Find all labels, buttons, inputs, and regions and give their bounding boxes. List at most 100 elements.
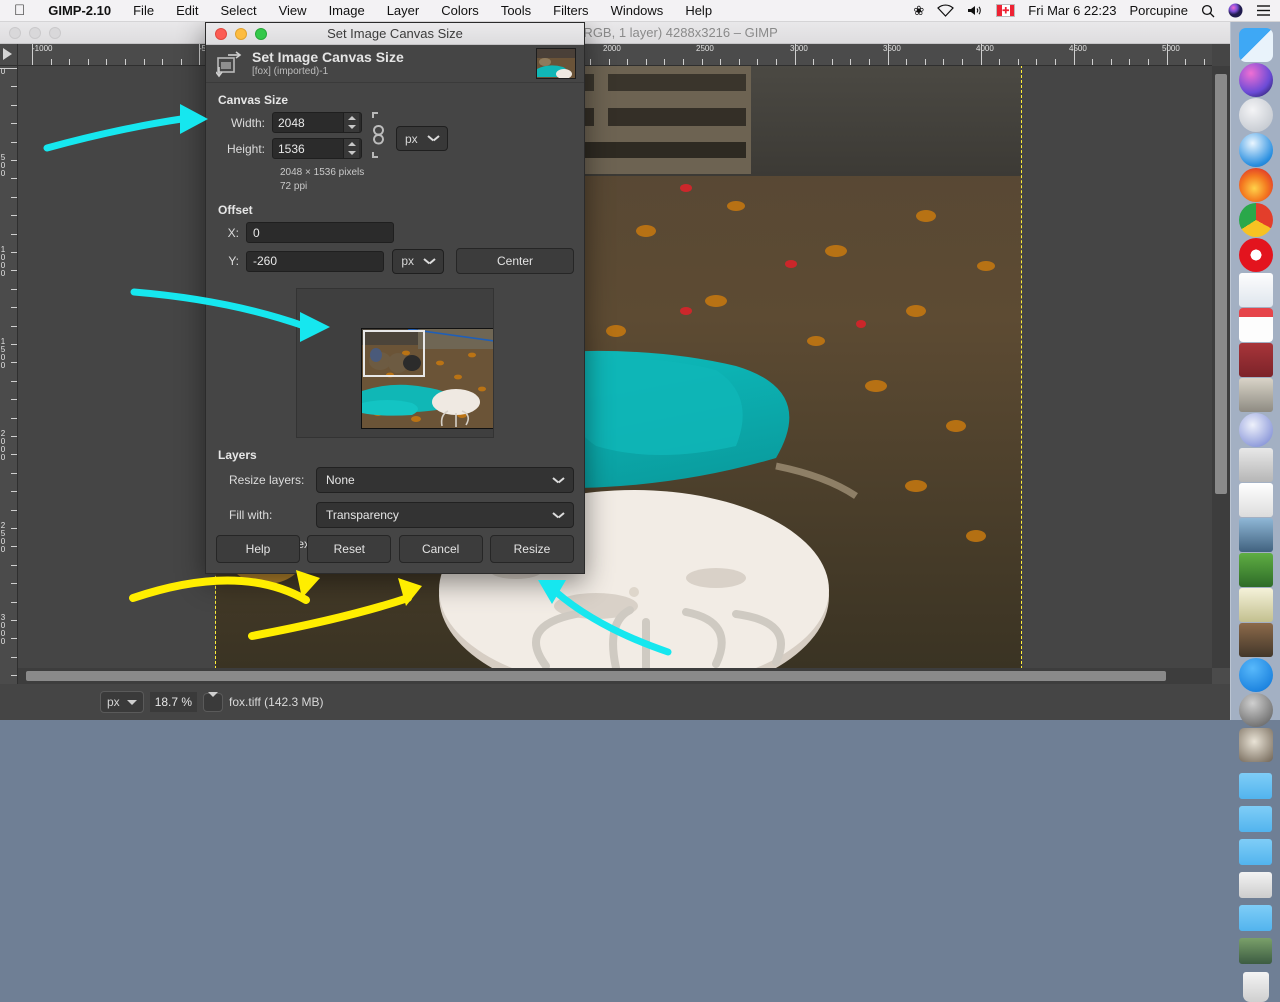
gimp-window-controls[interactable] xyxy=(9,27,61,39)
menu-view[interactable]: View xyxy=(268,3,318,18)
minimize-button[interactable] xyxy=(29,27,41,39)
menu-image[interactable]: Image xyxy=(318,3,376,18)
system-preferences-icon[interactable] xyxy=(1238,693,1273,727)
resolution-info: 72 ppi xyxy=(280,180,308,192)
zoom-dropdown[interactable] xyxy=(203,691,224,712)
bluetooth-icon[interactable]: ❀ xyxy=(913,3,924,19)
ruler-tick xyxy=(962,59,963,65)
opera-icon[interactable] xyxy=(1238,238,1273,272)
cancel-button[interactable]: Cancel xyxy=(398,535,483,563)
chrome-icon[interactable] xyxy=(1238,203,1273,237)
vertical-scrollbar[interactable] xyxy=(1212,66,1230,684)
trash-icon[interactable] xyxy=(1242,972,1269,1002)
documents-folder[interactable] xyxy=(1239,806,1272,832)
menu-tools[interactable]: Tools xyxy=(490,3,542,18)
files-stack[interactable] xyxy=(1239,872,1272,898)
offset-y-spinner[interactable] xyxy=(246,250,385,272)
applications-folder[interactable] xyxy=(1239,839,1272,865)
vertical-ruler[interactable]: 0 500 1000 1500 2000 2500 3000 xyxy=(0,66,18,684)
close-button[interactable] xyxy=(9,27,21,39)
menu-help[interactable]: Help xyxy=(674,3,723,18)
photo-tool-icon[interactable] xyxy=(1238,518,1273,552)
input-source-flag-icon[interactable]: ✚ xyxy=(996,4,1016,17)
media-folder[interactable] xyxy=(1239,905,1272,931)
dialog-minimize-button[interactable] xyxy=(235,28,247,40)
height-stepper[interactable] xyxy=(343,139,359,158)
width-input[interactable] xyxy=(273,113,343,132)
dialog-window-controls[interactable] xyxy=(215,28,267,40)
notes-icon[interactable] xyxy=(1238,378,1273,412)
bittorrent-icon[interactable] xyxy=(1238,413,1273,447)
offset-x-spinner[interactable] xyxy=(246,222,394,243)
volume-icon[interactable] xyxy=(967,4,983,17)
vertical-scrollbar-thumb[interactable] xyxy=(1215,74,1227,494)
menu-clock[interactable]: Fri Mar 6 22:23 xyxy=(1028,3,1116,18)
menu-layer[interactable]: Layer xyxy=(376,3,431,18)
zoom-value[interactable]: 18.7 % xyxy=(149,692,198,712)
menu-user[interactable]: Porcupine xyxy=(1129,3,1188,18)
launchpad-icon[interactable] xyxy=(1238,98,1273,132)
horizontal-ruler[interactable]: -1000 -500 2000 2500 3000 3500 4000 4500… xyxy=(18,44,1212,66)
dialog-zoom-button[interactable] xyxy=(255,28,267,40)
menu-file[interactable]: File xyxy=(122,3,165,18)
menu-filters[interactable]: Filters xyxy=(542,3,599,18)
horizontal-scrollbar-thumb[interactable] xyxy=(26,671,1166,681)
textedit-icon[interactable] xyxy=(1238,483,1273,517)
siri-icon[interactable] xyxy=(1228,3,1243,18)
ruler-tick xyxy=(888,44,889,65)
preview-icon[interactable] xyxy=(1238,273,1273,307)
center-button[interactable]: Center xyxy=(456,248,574,274)
apple-icon[interactable]:  xyxy=(0,3,37,18)
search-icon[interactable] xyxy=(1201,4,1215,18)
canvas-preview-selection-frame[interactable] xyxy=(363,330,425,377)
siri-icon[interactable] xyxy=(1238,63,1273,97)
horizontal-scrollbar[interactable] xyxy=(18,668,1212,684)
menu-select[interactable]: Select xyxy=(209,3,267,18)
offset-unit-selector[interactable]: px xyxy=(392,248,444,274)
ruler-tick xyxy=(32,44,33,65)
canvas-size-unit-selector[interactable]: px xyxy=(396,126,448,151)
ruler-tick xyxy=(1092,59,1093,65)
resize-layers-select[interactable]: None xyxy=(316,467,574,493)
unit-selector[interactable]: px xyxy=(100,691,144,713)
resize-button[interactable]: Resize xyxy=(489,535,574,563)
chevron-down-icon xyxy=(208,691,219,708)
width-stepper[interactable] xyxy=(343,113,359,132)
navigation-preview-button[interactable] xyxy=(1212,668,1230,684)
zoom-button[interactable] xyxy=(49,27,61,39)
scanner-icon[interactable] xyxy=(1238,448,1273,482)
image-capture-icon[interactable] xyxy=(1238,588,1273,622)
ruler-tick xyxy=(11,546,17,547)
wifi-icon[interactable] xyxy=(937,4,955,17)
canvas-viewport[interactable] xyxy=(18,66,1212,684)
dictionary-icon[interactable] xyxy=(1238,343,1273,377)
garden-icon[interactable] xyxy=(1238,553,1273,587)
firefox-icon[interactable] xyxy=(1238,168,1273,202)
downloads-folder[interactable] xyxy=(1239,773,1272,799)
dialog-close-button[interactable] xyxy=(215,28,227,40)
reset-button[interactable]: Reset xyxy=(307,535,392,563)
control-center-icon[interactable] xyxy=(1256,4,1271,17)
height-input[interactable] xyxy=(273,139,343,158)
canvas-preview[interactable] xyxy=(296,288,494,438)
gimp-icon[interactable] xyxy=(1238,728,1273,762)
offset-y-input[interactable] xyxy=(247,251,384,271)
app-store-icon[interactable] xyxy=(1238,658,1273,692)
photos-icon[interactable] xyxy=(1238,623,1273,657)
pictures-stack[interactable] xyxy=(1239,938,1272,964)
menu-app-name[interactable]: GIMP-2.10 xyxy=(37,3,122,18)
chain-linked-icon[interactable] xyxy=(368,112,388,158)
offset-x-input[interactable] xyxy=(247,223,393,242)
ruler-tick xyxy=(1074,44,1075,65)
menu-colors[interactable]: Colors xyxy=(430,3,490,18)
width-spinner[interactable] xyxy=(272,112,362,133)
ruler-tick xyxy=(646,59,647,65)
menu-windows[interactable]: Windows xyxy=(600,3,675,18)
ruler-origin-button[interactable] xyxy=(0,44,18,66)
height-spinner[interactable] xyxy=(272,138,362,159)
help-button[interactable]: Help xyxy=(216,535,300,563)
menu-edit[interactable]: Edit xyxy=(165,3,209,18)
calendar-icon[interactable] xyxy=(1238,308,1273,342)
safari-icon[interactable] xyxy=(1238,133,1273,167)
finder-icon[interactable] xyxy=(1238,28,1273,62)
